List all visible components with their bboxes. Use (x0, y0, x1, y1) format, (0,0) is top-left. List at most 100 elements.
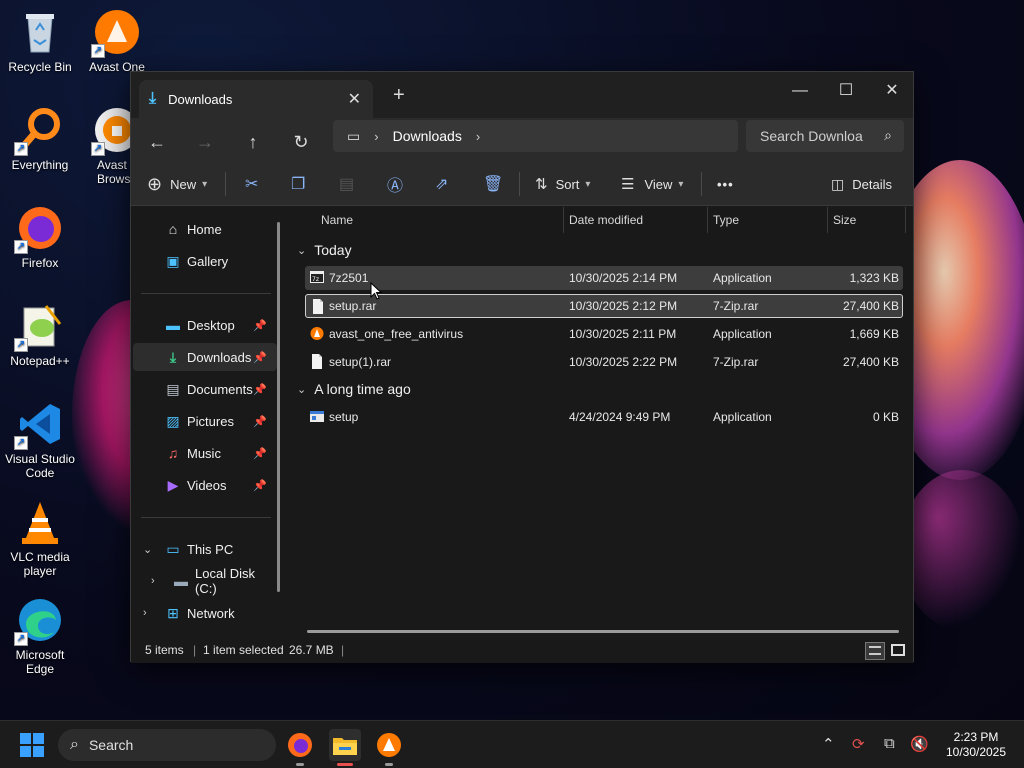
sidebar-item-network[interactable]: › ⊞ Network (133, 599, 277, 627)
close-tab-icon[interactable]: ✕ (348, 89, 361, 109)
rename-button[interactable]: Ⓐ (387, 170, 403, 198)
file-row-setup-rar[interactable]: setup.rar 10/30/2025 2:12 PM 7-Zip.rar 2… (305, 294, 903, 318)
share-button[interactable]: ⇗ (435, 170, 448, 198)
sidebar-item-home[interactable]: ⌂ Home (133, 215, 277, 243)
sync-icon[interactable]: ⟳ (852, 735, 865, 753)
tab-downloads[interactable]: ⤓ Downloads ✕ (139, 80, 373, 118)
file-row-setup[interactable]: setup 4/24/2024 9:49 PM Application 0 KB (305, 405, 903, 429)
group-header-long-time-ago[interactable]: ⌄ A long time ago (297, 381, 411, 397)
chevron-down-icon[interactable]: ⌄ (143, 543, 152, 556)
monitor-icon: ▭ (347, 127, 361, 144)
group-header-today[interactable]: ⌄ Today (297, 242, 352, 258)
address-bar[interactable]: ▭ › Downloads › (333, 120, 738, 152)
sidebar-item-gallery[interactable]: ▣ Gallery (133, 247, 277, 275)
windows-logo-icon (33, 733, 44, 744)
videos-icon: ▶ (167, 476, 179, 493)
column-divider[interactable] (707, 207, 708, 233)
taskbar-avast-one[interactable] (373, 729, 405, 766)
sidebar-item-label: Gallery (187, 253, 229, 269)
taskbar-search-box[interactable]: ⌕ Search (58, 729, 276, 761)
chevron-right-icon[interactable]: › (374, 129, 378, 144)
more-options-button[interactable]: ••• (717, 170, 734, 198)
new-button[interactable]: ⊕ New ▾ (147, 170, 207, 198)
chevron-right-icon[interactable]: › (143, 607, 147, 619)
large-icons-view-button[interactable] (889, 642, 909, 660)
network-icon: ⊞ (167, 604, 179, 621)
delete-button[interactable]: 🗑 (483, 170, 503, 198)
sidebar-item-label: Videos (187, 477, 227, 493)
toolbar-divider (519, 172, 520, 196)
sidebar-item-documents[interactable]: ▤ Documents 📌 (133, 375, 277, 403)
forward-button[interactable]: → (189, 128, 221, 156)
paste-button[interactable]: ▤ (339, 170, 354, 198)
show-hidden-icons-button[interactable]: ⌃ (822, 735, 835, 753)
cut-button[interactable]: ✂ (245, 170, 258, 198)
back-button[interactable]: ← (141, 128, 173, 156)
desktop-icon-avast-one[interactable]: ↗ Avast One (77, 8, 157, 74)
details-pane-button[interactable]: ◫ Details (831, 170, 892, 198)
taskbar: ⌕ Search ⌃ ⟳ ⧉ 🔇 2:23 PM 10/30/2025 (0, 720, 1024, 768)
details-view-button[interactable] (865, 642, 885, 660)
system-clock[interactable]: 2:23 PM 10/30/2025 (936, 730, 1016, 760)
sidebar-item-pictures[interactable]: ▨ Pictures 📌 (133, 407, 277, 435)
desktop-icon-label: VLC media player (10, 550, 70, 578)
desktop-icon-firefox[interactable]: ↗ Firefox (0, 204, 80, 270)
pin-icon: 📌 (253, 319, 267, 332)
network-status-icon[interactable]: ⧉ (884, 735, 895, 752)
sidebar-item-this-pc[interactable]: ⌄ ▭ This PC (133, 535, 277, 563)
horizontal-scrollbar[interactable] (307, 630, 899, 633)
column-header-name[interactable]: Name (321, 207, 353, 233)
column-divider[interactable] (905, 207, 906, 233)
sidebar-item-videos[interactable]: ▶ Videos 📌 (133, 471, 277, 499)
new-tab-button[interactable]: + (393, 84, 405, 107)
desktop-icon-edge[interactable]: ↗ Microsoft Edge (0, 596, 80, 676)
sidebar-item-desktop[interactable]: ▬ Desktop 📌 (133, 311, 277, 339)
close-window-button[interactable]: ✕ (869, 76, 915, 106)
search-input[interactable]: Search Downloa ⌕ (746, 120, 904, 152)
column-header-date-modified[interactable]: Date modified (569, 207, 643, 233)
chevron-right-icon[interactable]: › (151, 575, 155, 587)
sidebar-item-music[interactable]: ♫ Music 📌 (133, 439, 277, 467)
taskbar-firefox[interactable] (284, 729, 316, 766)
application-icon (310, 411, 324, 422)
view-button[interactable]: ☰ View ▾ (621, 170, 683, 198)
file-type: 7-Zip.rar (713, 355, 759, 369)
maximize-button[interactable]: ☐ (823, 76, 869, 106)
refresh-button[interactable]: ↻ (285, 128, 317, 156)
column-divider[interactable] (827, 207, 828, 233)
new-label: New (170, 176, 197, 192)
desktop-icon-label: Everything (11, 158, 69, 172)
column-divider[interactable] (563, 207, 564, 233)
copy-button[interactable]: ❐ (291, 170, 305, 198)
desktop-icon-recycle-bin[interactable]: Recycle Bin (0, 8, 80, 74)
pin-icon: 📌 (253, 351, 267, 364)
avast-one-icon (377, 733, 401, 757)
taskbar-search-label: Search (88, 737, 134, 753)
desktop-icon-notepad-plus-plus[interactable]: ↗ Notepad++ (0, 302, 80, 368)
sort-button[interactable]: ⇅ Sort ▾ (535, 170, 590, 198)
up-button[interactable]: ↑ (237, 128, 269, 156)
minimize-button[interactable]: — (777, 76, 823, 106)
chevron-right-icon[interactable]: › (476, 129, 480, 144)
file-date: 4/24/2024 9:49 PM (569, 410, 671, 424)
navigation-bar: ← → ↑ ↻ ▭ › Downloads › Search Downloa ⌕ (131, 118, 913, 166)
file-row-setup-1-rar[interactable]: setup(1).rar 10/30/2025 2:22 PM 7-Zip.ra… (305, 350, 903, 374)
file-name: 7z2501 (329, 271, 369, 285)
search-icon: ⌕ (884, 127, 892, 143)
taskbar-file-explorer[interactable] (329, 729, 361, 766)
desktop-icon-vlc[interactable]: VLC media player (0, 498, 80, 578)
volume-muted-icon[interactable]: 🔇 (910, 735, 929, 753)
sidebar-item-local-disk[interactable]: › ▬ Local Disk (C:) (133, 566, 277, 596)
sidebar-item-downloads[interactable]: ⤓ Downloads 📌 (133, 343, 277, 371)
file-row-avast-one-free-antivirus[interactable]: avast_one_free_antivirus 10/30/2025 2:11… (305, 322, 903, 346)
desktop-icon-vscode[interactable]: ↗ Visual Studio Code (0, 400, 80, 480)
desktop-icon-everything[interactable]: ↗ Everything (0, 106, 80, 172)
sidebar-scrollbar[interactable] (277, 222, 280, 592)
file-size: 1,669 KB (849, 327, 899, 341)
breadcrumb-downloads[interactable]: Downloads (393, 128, 462, 144)
column-header-size[interactable]: Size (833, 207, 856, 233)
start-button[interactable] (20, 733, 44, 757)
file-row-7z2501[interactable]: 7z 7z2501 10/30/2025 2:14 PM Application… (305, 266, 903, 290)
column-header-type[interactable]: Type (713, 207, 739, 233)
tab-title: Downloads (168, 91, 233, 107)
